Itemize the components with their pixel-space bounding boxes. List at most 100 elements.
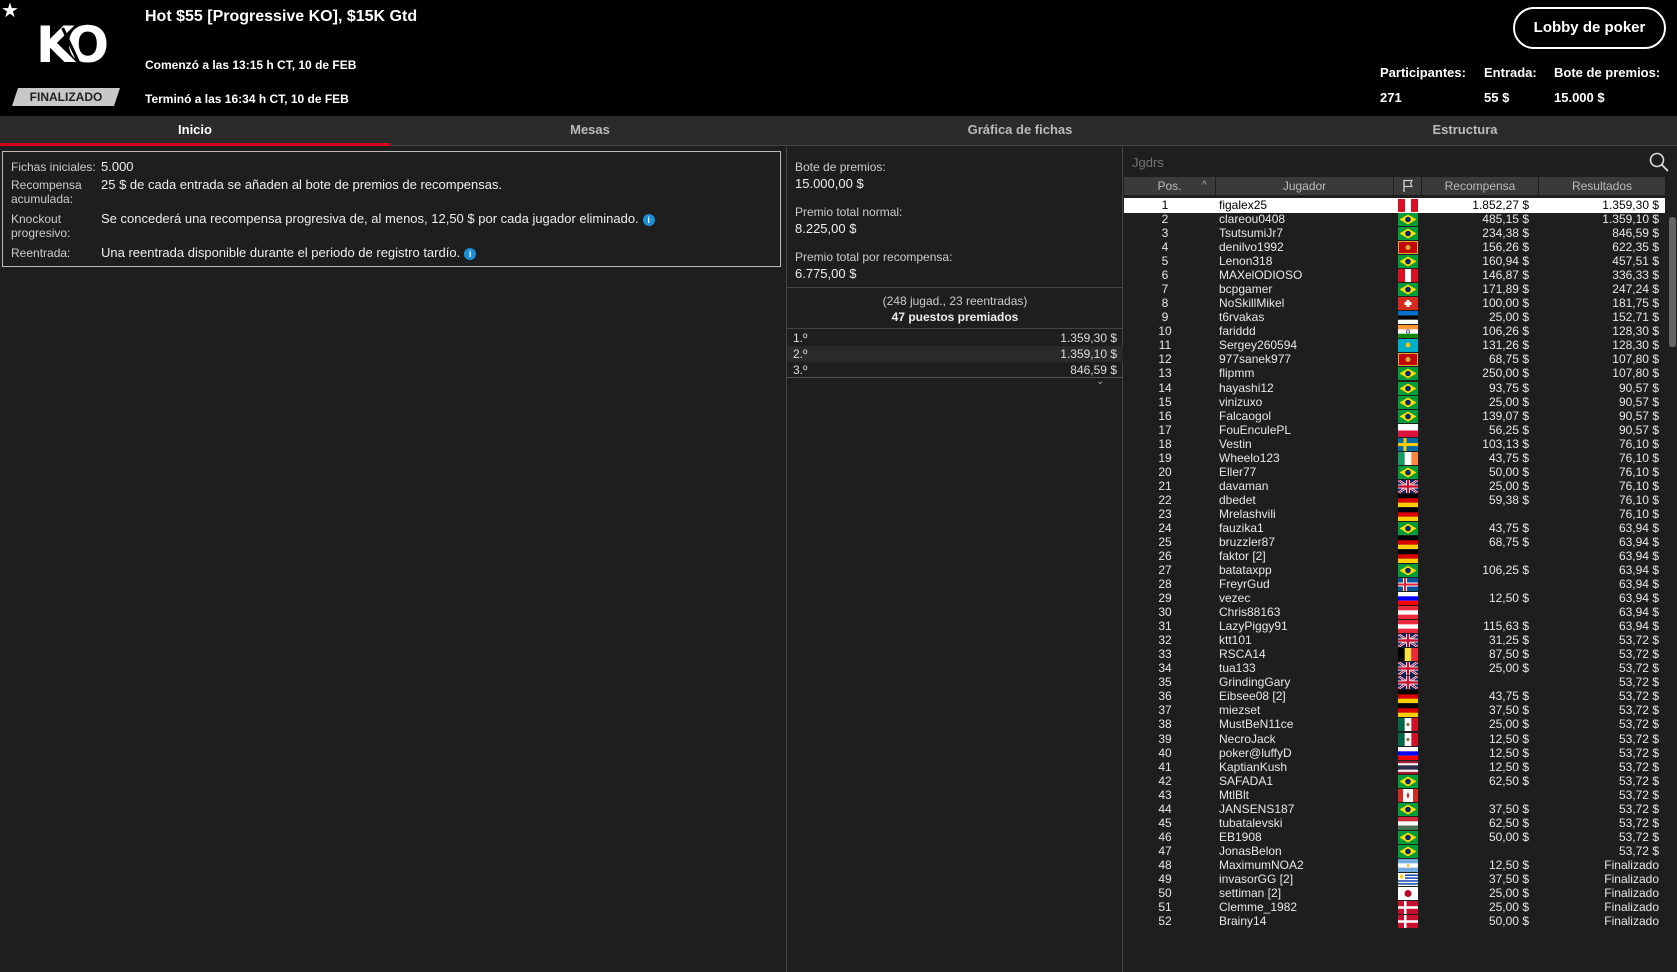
table-row[interactable]: 26 faktor [2] 63,94 $ — [1124, 549, 1665, 564]
table-row[interactable]: 34 tua133 25,00 $ 53,72 $ — [1124, 661, 1665, 676]
table-row[interactable]: 32 ktt101 31,25 $ 53,72 $ — [1124, 633, 1665, 648]
table-row[interactable]: 5 Lenon318 160,94 $ 457,51 $ — [1124, 254, 1665, 269]
table-row[interactable]: 10 fariddd 106,26 $ 128,30 $ — [1124, 324, 1665, 339]
player-result: 63,94 $ — [1618, 534, 1659, 549]
player-name: JonasBelon — [1219, 843, 1282, 858]
table-row[interactable]: 43 MtlBlt 53,72 $ — [1124, 788, 1665, 803]
player-result: 90,57 $ — [1618, 394, 1659, 409]
table-row[interactable]: 19 Wheelo123 43,75 $ 76,10 $ — [1124, 451, 1665, 466]
entrants-note: (248 jugad., 23 reentradas) — [882, 294, 1028, 308]
table-row[interactable]: 1 figalex25 1.852,27 $ 1.359,30 $ — [1124, 198, 1665, 213]
table-row[interactable]: 48 MaximumNOA2 12,50 $ Finalizado — [1124, 858, 1665, 873]
column-header-player[interactable]: Jugador — [1216, 177, 1394, 195]
table-row[interactable]: 12 977sanek977 68,75 $ 107,80 $ — [1124, 352, 1665, 367]
chevron-down-icon[interactable]: ⌄ — [1096, 376, 1104, 387]
table-row[interactable]: 25 bruzzler87 68,75 $ 63,94 $ — [1124, 535, 1665, 550]
table-row[interactable]: 46 EB1908 50,00 $ 53,72 $ — [1124, 830, 1665, 845]
table-row[interactable]: 41 KaptianKush 12,50 $ 53,72 $ — [1124, 760, 1665, 775]
column-header-bounty[interactable]: Recompensa — [1422, 177, 1539, 195]
table-row[interactable]: 14 hayashi12 93,75 $ 90,57 $ — [1124, 381, 1665, 396]
table-row[interactable]: 6 MAXelODIOSO 146,87 $ 336,33 $ — [1124, 268, 1665, 283]
poker-lobby-button[interactable]: Lobby de poker — [1513, 7, 1666, 49]
info-icon[interactable]: i — [642, 213, 655, 226]
montenegro-flag-icon — [1398, 353, 1418, 367]
star-icon[interactable]: ★ — [0, 0, 20, 22]
table-row[interactable]: 51 Clemme_1982 25,00 $ Finalizado — [1124, 900, 1665, 915]
player-result: 336,33 $ — [1612, 268, 1659, 283]
india-flag-icon — [1398, 325, 1418, 339]
table-row[interactable]: 7 bcpgamer 171,89 $ 247,24 $ — [1124, 282, 1665, 297]
table-row[interactable]: 15 vinizuxo 25,00 $ 90,57 $ — [1124, 395, 1665, 410]
table-row[interactable]: 13 flipmm 250,00 $ 107,80 $ — [1124, 366, 1665, 381]
player-position: 4 — [1161, 240, 1169, 255]
player-bounty: 485,15 $ — [1482, 212, 1529, 227]
table-row[interactable]: 23 Mrelashvili 76,10 $ — [1124, 507, 1665, 522]
table-row[interactable]: 22 dbedet 59,38 $ 76,10 $ — [1124, 493, 1665, 508]
table-row[interactable]: 29 vezec 12,50 $ 63,94 $ — [1124, 591, 1665, 606]
player-search-input[interactable] — [1132, 151, 1632, 173]
table-row[interactable]: 2 clareou0408 485,15 $ 1.359,10 $ — [1124, 212, 1665, 227]
tab-chip-graph[interactable]: Gráfica de fichas — [830, 116, 1210, 146]
tab-inicio[interactable]: Inicio — [0, 116, 390, 146]
estonia-flag-icon — [1398, 311, 1418, 325]
table-row[interactable]: 50 settiman [2] 25,00 $ Finalizado — [1124, 886, 1665, 901]
info-icon[interactable]: i — [464, 247, 477, 260]
table-row[interactable]: 35 GrindingGary 53,72 $ — [1124, 675, 1665, 690]
table-row[interactable]: 24 fauzika1 43,75 $ 63,94 $ — [1124, 521, 1665, 536]
table-row[interactable]: 40 poker@luffyD 12,50 $ 53,72 $ — [1124, 746, 1665, 761]
table-row[interactable]: 36 Eibsee08 [2] 43,75 $ 53,72 $ — [1124, 689, 1665, 704]
table-row[interactable]: 20 Eller77 50,00 $ 76,10 $ — [1124, 465, 1665, 480]
player-result: 76,10 $ — [1618, 464, 1659, 479]
table-row[interactable]: 28 FreyrGud 63,94 $ — [1124, 577, 1665, 592]
player-name: settiman [2] — [1219, 885, 1282, 900]
table-row[interactable]: 8 NoSkillMikel 100,00 $ 181,75 $ — [1124, 296, 1665, 311]
player-bounty: 62,50 $ — [1488, 773, 1529, 788]
player-result: 76,10 $ — [1618, 492, 1659, 507]
tab-estructura[interactable]: Estructura — [1270, 116, 1660, 146]
table-row[interactable]: 47 JonasBelon 53,72 $ — [1124, 844, 1665, 859]
table-row[interactable]: 3 TsutsumiJr7 234,38 $ 846,59 $ — [1124, 226, 1665, 241]
table-row[interactable]: 33 RSCA14 87,50 $ 53,72 $ — [1124, 647, 1665, 662]
table-row[interactable]: 16 Falcaogol 139,07 $ 90,57 $ — [1124, 409, 1665, 424]
player-result: 53,72 $ — [1618, 731, 1659, 746]
tab-mesas[interactable]: Mesas — [390, 116, 790, 146]
table-row[interactable]: 18 Vestin 103,13 $ 76,10 $ — [1124, 437, 1665, 452]
table-row[interactable]: 11 Sergey260594 131,26 $ 128,30 $ — [1124, 338, 1665, 353]
table-row[interactable]: 39 NecroJack 12,50 $ 53,72 $ — [1124, 732, 1665, 747]
column-header-result[interactable]: Resultados — [1539, 177, 1665, 195]
player-result: Finalizado — [1604, 885, 1659, 900]
player-bounty: 100,00 $ — [1482, 296, 1529, 311]
peru-flag-icon — [1398, 199, 1418, 212]
table-row[interactable]: 31 LazyPiggy91 115,63 $ 63,94 $ — [1124, 619, 1665, 634]
player-name: bcpgamer — [1219, 282, 1273, 297]
player-position: 43 — [1158, 787, 1172, 802]
scrollbar[interactable] — [1669, 207, 1676, 972]
table-row[interactable]: 30 Chris88163 63,94 $ — [1124, 605, 1665, 620]
table-row[interactable]: 44 JANSENS187 37,50 $ 53,72 $ — [1124, 802, 1665, 817]
table-row[interactable]: 42 SAFADA1 62,50 $ 53,72 $ — [1124, 774, 1665, 789]
scrollbar-thumb[interactable] — [1669, 217, 1676, 347]
table-row[interactable]: 9 t6rvakas 25,00 $ 152,71 $ — [1124, 310, 1665, 325]
column-header-country[interactable] — [1394, 177, 1422, 195]
table-row[interactable]: 27 batataxpp 106,25 $ 63,94 $ — [1124, 563, 1665, 578]
table-row[interactable]: 4 denilvo1992 156,26 $ 622,35 $ — [1124, 240, 1665, 255]
switzerland-flag-icon — [1398, 297, 1418, 311]
payout-place: 1.º — [793, 331, 808, 345]
table-row[interactable]: 21 davaman 25,00 $ 76,10 $ — [1124, 479, 1665, 494]
player-result: 90,57 $ — [1618, 408, 1659, 423]
table-row[interactable]: 45 tubatalevski 62,50 $ 53,72 $ — [1124, 816, 1665, 831]
player-bounty: 1.852,27 $ — [1472, 198, 1529, 212]
table-row[interactable]: 38 MustBeN11ce 25,00 $ 53,72 $ — [1124, 717, 1665, 732]
search-icon[interactable] — [1648, 151, 1670, 173]
table-row[interactable]: 37 miezset 37,50 $ 53,72 $ — [1124, 703, 1665, 718]
column-header-pos[interactable]: Pos. ^ — [1124, 177, 1216, 195]
table-row[interactable]: 17 FouEnculePL 56,25 $ 90,57 $ — [1124, 423, 1665, 438]
table-row[interactable]: 52 Brainy14 50,00 $ Finalizado — [1124, 914, 1665, 929]
player-bounty: 25,00 $ — [1488, 661, 1529, 676]
table-row[interactable]: 49 invasorGG [2] 37,50 $ Finalizado — [1124, 872, 1665, 887]
player-name: Wheelo123 — [1219, 450, 1280, 465]
progressive-ko-value: Se concederá una recompensa progresiva d… — [101, 211, 639, 226]
player-bounty: 25,00 $ — [1488, 310, 1529, 325]
mexico-flag-icon — [1398, 718, 1418, 732]
player-name: ktt101 — [1219, 633, 1252, 648]
